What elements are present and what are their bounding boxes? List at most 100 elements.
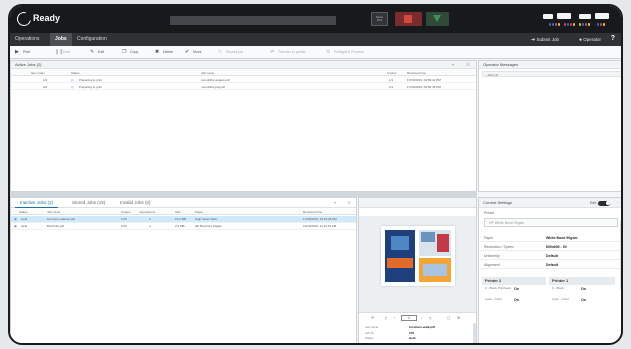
toolbar-item-label: Hold: [63, 50, 71, 54]
tab-configuration[interactable]: Configuration: [72, 33, 112, 46]
settings-scrollbar[interactable]: [620, 220, 621, 290]
printer-2-header: Printer 2: [482, 277, 546, 285]
tab-inactive-jobs-[interactable]: Inactive Jobs (2): [15, 198, 59, 208]
transfer-to-printer-button[interactable]: ⇄ Transfer to printer: [270, 49, 306, 56]
tab-invalid-jobs-[interactable]: Invalid Jobs (0): [115, 198, 156, 208]
ink-level-bar: [558, 23, 560, 26]
col-status[interactable]: Status: [19, 209, 28, 215]
paper: High Gloss Satin: [195, 217, 218, 221]
copies: 1/1: [389, 84, 394, 89]
move-button[interactable]: ✔ Move: [185, 49, 202, 56]
messages-filter[interactable]: › Alert (1): [482, 71, 621, 77]
consumables-indicator[interactable]: [543, 12, 613, 28]
delete-button[interactable]: ✖ Delete: [155, 49, 173, 56]
zoom-icon[interactable]: ⊕: [457, 315, 460, 320]
row-checkbox[interactable]: ▣: [14, 216, 17, 223]
status-progress-icon: ◎: [71, 84, 74, 89]
col-copies[interactable]: Copies: [121, 209, 130, 215]
col-received-time[interactable]: Received time: [303, 209, 322, 215]
prev-page-icon[interactable]: ‹: [394, 315, 395, 320]
printhead-name: K - Black Printhead: [485, 286, 511, 290]
transfer-icon: ⇄: [270, 49, 275, 55]
ink-level-bar: [564, 23, 566, 26]
copies: 1/15: [121, 217, 127, 221]
edit-button[interactable]: ✎ Edit: [90, 49, 104, 56]
table-row[interactable]: ◎ 2/2 Preparing to print monolithic-july.pd…: [11, 84, 476, 90]
col-received-time[interactable]: Received time: [407, 70, 426, 76]
impressions: 4: [149, 224, 151, 228]
size: 10.2 MB: [175, 217, 187, 221]
edit-label: Edit: [589, 201, 596, 205]
filter-icon[interactable]: ▿: [334, 200, 336, 205]
last-page-icon[interactable]: ›|: [429, 315, 431, 320]
tab-jobs[interactable]: Jobs: [50, 33, 72, 46]
columns-icon[interactable]: ☰: [466, 62, 470, 67]
next-page-icon[interactable]: ›: [421, 315, 422, 320]
pause-label-2: Print: [376, 19, 383, 22]
ink-level-bar: [573, 23, 575, 26]
operator-messages-title: Operator Messages: [479, 61, 621, 69]
job-thumbnail[interactable]: [381, 226, 455, 286]
columns-icon[interactable]: ☰: [347, 200, 351, 205]
printhead-name: K - Black: [552, 286, 565, 290]
preset-select[interactable]: HP White Bond 90gsm: [484, 218, 618, 227]
hold-button[interactable]: ❚❚ Hold: [55, 49, 70, 56]
more-options-icon[interactable]: ⋯: [616, 198, 620, 208]
print-go-button[interactable]: [426, 12, 449, 26]
job-name: Brochure.pdf: [47, 224, 65, 228]
ink-level-bar: [588, 23, 590, 26]
ink-level-bar: [555, 23, 557, 26]
filter-icon[interactable]: ▿: [452, 62, 454, 67]
main-tabs-bar: Operations Jobs Configuration ➔ Submit Job…: [10, 33, 621, 46]
current-settings-pane: Current Settings Edit ⋯ Preset HP White …: [478, 197, 621, 343]
col-impressions[interactable]: Impressions: [139, 209, 155, 215]
preflight-process-button[interactable]: ⚙ Preflight & Process: [326, 49, 364, 56]
printer-status: Ready: [33, 13, 61, 23]
printhead-row: K - Black On: [549, 286, 615, 297]
help-icon[interactable]: ?: [611, 35, 615, 42]
first-page-icon[interactable]: |‹: [385, 315, 387, 320]
col-copies[interactable]: Copies: [387, 70, 396, 76]
active-jobs-header: Item index Status Job name Copies Receiv…: [11, 70, 476, 76]
copy-button[interactable]: ❐ Copy: [122, 49, 138, 56]
edit-toggle[interactable]: [598, 200, 610, 206]
reprint-icon: ↻: [218, 49, 223, 55]
table-row[interactable]: ▣ Held brochure-walkout.pdf 1/15 4 10.2 MB Hig…: [11, 216, 356, 223]
reprint-job-button[interactable]: ↻ Reprint job: [218, 49, 243, 56]
col-status[interactable]: Status: [71, 70, 80, 76]
printhead-state: On: [581, 298, 586, 302]
rotate-icon[interactable]: ⟳: [371, 315, 374, 320]
title-bar: Ready Pause Print: [10, 6, 621, 33]
active-jobs-title: Active Jobs (2): [11, 61, 476, 69]
col-paper[interactable]: Paper: [195, 209, 203, 215]
received-time: 17/09/2016, 10:13:25 AM: [303, 217, 337, 221]
fit-page-icon[interactable]: ◻: [447, 315, 450, 320]
col-job-name[interactable]: Job name: [201, 70, 214, 76]
table-row[interactable]: ◎ 1/2 Preparing to print monolithic-august.…: [11, 77, 476, 83]
hp-logo-icon: [14, 9, 34, 29]
submit-job-button[interactable]: ➔ Submit Job: [531, 33, 559, 46]
properties-scrollbar[interactable]: [473, 323, 476, 343]
setting-value: Default: [546, 263, 558, 267]
ink-level-bar: [603, 23, 605, 26]
setting-row: Alignment Default: [479, 261, 621, 269]
consumable-level-2: [557, 13, 571, 19]
pause-print-button[interactable]: Pause Print: [371, 12, 388, 26]
table-row[interactable]: ▣ Held Brochure.pdf 1/15 4 2.5 MB HP Brochure …: [11, 223, 356, 230]
tab-stored-jobs-[interactable]: Stored Jobs (15): [67, 198, 110, 208]
property-value: Operator: [409, 341, 422, 345]
print-button[interactable]: ▶ Print: [15, 49, 30, 56]
operator-button[interactable]: ● Operator: [579, 33, 601, 46]
col-size[interactable]: Size: [175, 209, 181, 215]
row-checkbox[interactable]: ▣: [14, 223, 17, 230]
printhead-name: Cyan - Color: [552, 297, 569, 301]
setting-key: Uniformity: [484, 254, 500, 258]
tab-operations[interactable]: Operations: [10, 33, 44, 46]
page-number-field[interactable]: 1: [401, 315, 417, 321]
col-item-index[interactable]: Item index: [31, 70, 45, 76]
ink-level-bar: [570, 23, 572, 26]
ink-level-bar: [597, 23, 599, 26]
col-job-name[interactable]: Job name: [47, 209, 60, 215]
stop-button[interactable]: [395, 12, 422, 26]
preview-pager: ⟳ |‹ ‹ 1 › ›| ◻ ⊕: [359, 312, 476, 322]
